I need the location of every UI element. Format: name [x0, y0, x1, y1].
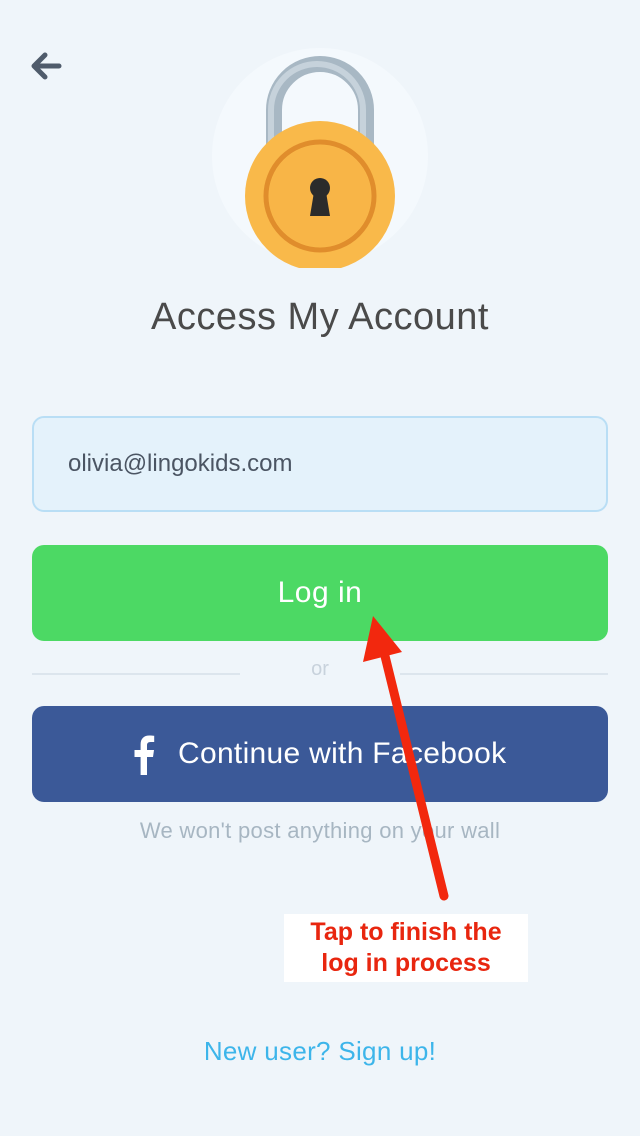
facebook-f-icon — [134, 735, 155, 775]
email-field[interactable] — [32, 416, 608, 512]
signup-link[interactable]: New user? Sign up! — [0, 1036, 640, 1067]
divider-line-right — [400, 673, 608, 675]
padlock-icon — [212, 48, 428, 271]
back-button[interactable] — [28, 46, 68, 86]
divider-line-left — [32, 673, 240, 675]
divider-or-label: or — [311, 658, 329, 680]
padlock-illustration — [210, 48, 430, 271]
page-title: Access My Account — [151, 296, 489, 338]
login-button[interactable]: Log in — [32, 545, 608, 641]
login-button-label: Log in — [277, 576, 363, 609]
arrow-left-icon — [31, 52, 62, 80]
annotation-callout: Tap to finish the log in process — [284, 914, 528, 982]
facebook-button-label: Continue with Facebook — [178, 737, 507, 770]
annotation-line-1: Tap to finish the — [310, 918, 502, 946]
facebook-privacy-note: We won't post anything on your wall — [139, 818, 501, 843]
annotation-line-2: log in process — [321, 949, 491, 977]
facebook-login-button[interactable]: Continue with Facebook — [32, 706, 608, 802]
